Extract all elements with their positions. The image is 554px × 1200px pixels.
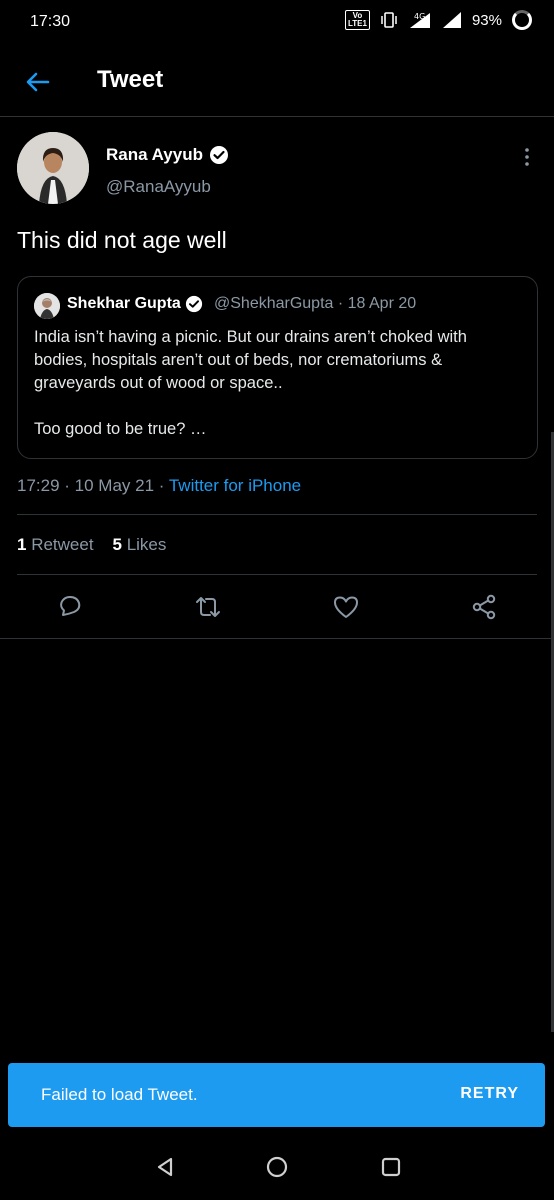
tweet-timestamp: 17:29 · 10 May 21 ·	[17, 476, 169, 495]
author-name-text: Rana Ayyub	[106, 145, 203, 164]
quoted-avatar	[34, 293, 60, 319]
retweet-label: Retweet	[31, 535, 94, 554]
home-circle-icon[interactable]	[264, 1154, 290, 1180]
tweet-source-link[interactable]: Twitter for iPhone	[169, 476, 301, 495]
like-stat[interactable]: 5 Likes	[112, 535, 166, 554]
retweet-stat[interactable]: 1 Retweet	[17, 535, 94, 554]
error-snackbar: Failed to load Tweet. RETRY	[8, 1063, 545, 1127]
tweet-text: This did not age well	[17, 227, 227, 253]
divider	[0, 638, 554, 639]
quoted-author-name: Shekhar Gupta	[67, 295, 203, 313]
verified-badge-icon	[185, 295, 202, 313]
svg-text:4G: 4G	[414, 12, 425, 21]
author-name[interactable]: Rana Ayyub	[106, 145, 229, 165]
avatar[interactable]	[17, 132, 89, 204]
quoted-tweet[interactable]: Shekhar Gupta @ShekharGupta · 18 Apr 20 …	[17, 276, 538, 459]
quoted-tweet-text: India isn’t having a picnic. But our dra…	[34, 326, 524, 441]
system-nav-bar	[0, 1140, 554, 1200]
status-bar: 17:30 Vo LTE1 4G 93%	[0, 0, 554, 46]
battery-icon	[512, 10, 532, 30]
recents-square-icon[interactable]	[378, 1154, 404, 1180]
status-icons: Vo LTE1 4G 93%	[345, 10, 532, 30]
like-count: 5	[112, 535, 122, 554]
quoted-text-para-1: India isn’t having a picnic. But our dra…	[34, 328, 467, 392]
like-icon[interactable]	[331, 592, 361, 622]
volte-icon: Vo LTE1	[345, 10, 370, 30]
snackbar-message: Failed to load Tweet.	[41, 1085, 198, 1104]
page-title: Tweet	[97, 66, 164, 93]
back-triangle-icon[interactable]	[152, 1154, 178, 1180]
retweet-count: 1	[17, 535, 27, 554]
avatar-image	[17, 132, 89, 204]
app-header: Tweet	[0, 46, 554, 117]
signal-4g-icon: 4G	[409, 12, 430, 28]
divider	[17, 514, 537, 515]
quoted-author-name-text: Shekhar Gupta	[67, 295, 181, 312]
retweet-icon[interactable]	[193, 592, 223, 622]
tweet-actions	[0, 590, 554, 638]
status-time: 17:30	[30, 13, 71, 30]
arrow-left-icon[interactable]	[22, 66, 54, 98]
vibrate-icon	[381, 12, 397, 28]
retry-button[interactable]: RETRY	[460, 1085, 519, 1103]
quoted-text-para-2: Too good to be true? …	[34, 420, 207, 438]
battery-level: 93%	[471, 11, 502, 29]
tweet-meta: 17:29 · 10 May 21 · Twitter for iPhone	[17, 476, 301, 496]
divider	[17, 574, 537, 575]
quoted-author-handle: @ShekharGupta · 18 Apr 20	[214, 295, 417, 312]
more-options-icon[interactable]	[517, 147, 537, 167]
share-icon[interactable]	[469, 592, 499, 622]
signal-icon	[442, 12, 461, 28]
verified-badge-icon	[210, 146, 228, 164]
author-handle[interactable]: @RanaAyyub	[106, 177, 211, 197]
reply-icon[interactable]	[55, 592, 85, 622]
tweet-stats: 1 Retweet 5 Likes	[17, 535, 166, 555]
like-label: Likes	[126, 535, 167, 554]
